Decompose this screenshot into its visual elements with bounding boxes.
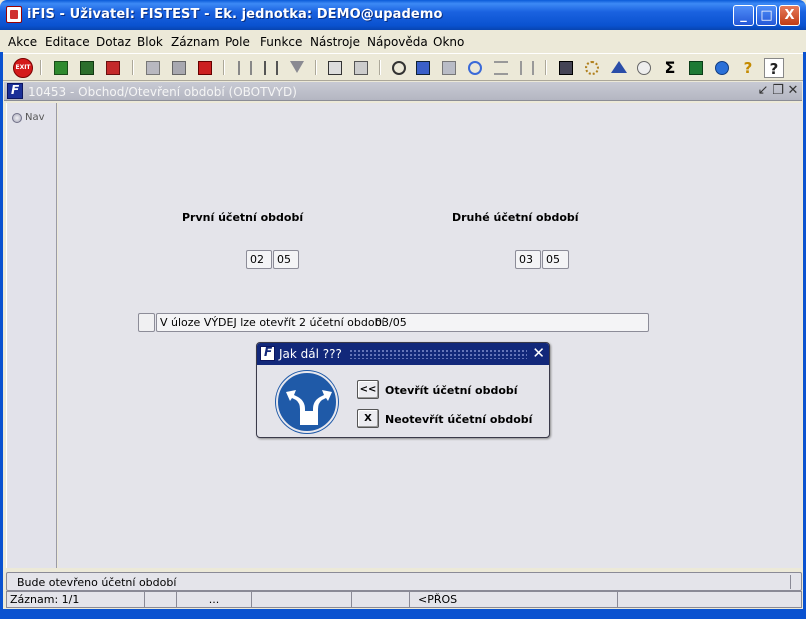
menu-pole[interactable]: Pole	[225, 35, 250, 49]
menu-editace[interactable]: Editace	[45, 35, 90, 49]
second-period-label: Druhé účetní období	[452, 211, 579, 224]
app-icon	[6, 6, 22, 23]
find-icon[interactable]	[465, 58, 485, 78]
status-message-bar: Bude otevřeno účetní období	[6, 572, 802, 591]
menu-blok[interactable]: Blok	[137, 35, 163, 49]
doc-restore-icon[interactable]: ❐	[771, 83, 785, 99]
dialog-title: Jak dál ???	[279, 347, 342, 361]
cut-icon[interactable]	[389, 58, 409, 78]
sum-icon[interactable]: Σ	[660, 58, 680, 78]
print-icon[interactable]	[325, 58, 345, 78]
second-period-year-field[interactable]: 05	[542, 250, 569, 269]
mode-indicator: <PŘOS	[410, 592, 618, 607]
save-icon[interactable]	[77, 58, 97, 78]
copy-icon[interactable]	[413, 58, 433, 78]
exit-icon[interactable]: EXIT	[13, 58, 33, 78]
execute-query-icon[interactable]	[169, 58, 189, 78]
status-cell-3: ...	[177, 592, 252, 607]
doc-minimize-icon[interactable]: ↙	[756, 83, 770, 99]
print-preview-icon[interactable]	[351, 58, 371, 78]
message-checkbox[interactable]	[138, 313, 155, 332]
form-canvas	[58, 103, 802, 568]
sort-asc-icon[interactable]	[235, 58, 255, 78]
chart-icon[interactable]	[608, 58, 628, 78]
first-period-month-field[interactable]: 02	[246, 250, 272, 269]
nav-radio[interactable]	[12, 113, 22, 123]
dont-open-period-button[interactable]: X	[357, 409, 379, 428]
filter-icon[interactable]	[287, 58, 307, 78]
menu-okno[interactable]: Okno	[433, 35, 464, 49]
calculator-icon[interactable]	[556, 58, 576, 78]
excel-icon[interactable]	[686, 58, 706, 78]
second-period-month-field[interactable]: 03	[515, 250, 541, 269]
delete-record-icon[interactable]	[103, 58, 123, 78]
context-help-icon[interactable]: ?	[764, 58, 784, 78]
toolbar: EXIT Σ ? ?	[3, 53, 803, 81]
status-info-bar: Záznam: 1/1 ... <PŘOS	[6, 591, 802, 608]
sort-desc-icon[interactable]	[261, 58, 281, 78]
first-period-year-field[interactable]: 05	[273, 250, 299, 269]
fp-logo-icon	[260, 345, 275, 361]
menu-nastroje[interactable]: Nástroje	[310, 35, 360, 49]
columns-icon[interactable]	[517, 58, 537, 78]
open-period-button[interactable]: <<	[357, 380, 379, 399]
direction-sign-icon	[276, 371, 338, 433]
menu-bar: Akce Editace Dotaz Blok Záznam Pole Funk…	[0, 30, 806, 52]
nav-panel: Nav	[6, 103, 57, 568]
ie-icon[interactable]	[712, 58, 732, 78]
menu-dotaz[interactable]: Dotaz	[96, 35, 131, 49]
dialog-title-bar: Jak dál ??? ✕	[257, 343, 549, 365]
paste-icon[interactable]	[439, 58, 459, 78]
window-title-bar: iFIS - Uživatel: FISTEST - Ek. jednotka:…	[0, 0, 806, 30]
wheel-icon[interactable]	[582, 58, 602, 78]
nav-label: Nav	[25, 112, 45, 123]
list-icon[interactable]	[491, 58, 511, 78]
document-title-bar: 10453 - Obchod/Otevření období (OBOTVYD)…	[4, 82, 802, 101]
first-period-label: První účetní období	[182, 211, 304, 224]
message-text: V úloze VÝDEJ lze otevřít 2 účetní obdob…	[160, 316, 385, 329]
status-message: Bude otevřeno účetní období	[17, 576, 177, 589]
help-icon[interactable]: ?	[738, 58, 758, 78]
minimize-button[interactable]: _	[733, 5, 754, 26]
dont-open-period-label: Neotevřít účetní období	[385, 413, 533, 426]
message-period: 03/05	[375, 316, 407, 329]
record-count: Záznam: 1/1	[7, 592, 145, 607]
clock-icon[interactable]	[634, 58, 654, 78]
menu-napoveda[interactable]: Nápověda	[367, 35, 428, 49]
query-icon[interactable]	[143, 58, 163, 78]
window-border-left	[0, 30, 3, 610]
jak-dal-dialog: Jak dál ??? ✕ << Otevřít účetní období X…	[256, 342, 550, 438]
menu-zaznam[interactable]: Záznam	[171, 35, 220, 49]
doc-close-icon[interactable]: ✕	[786, 83, 800, 99]
close-button[interactable]: X	[779, 5, 800, 26]
window-title: iFIS - Uživatel: FISTEST - Ek. jednotka:…	[27, 7, 443, 22]
message-field: V úloze VÝDEJ lze otevřít 2 účetní obdob…	[156, 313, 649, 332]
cancel-query-icon[interactable]	[195, 58, 215, 78]
maximize-button[interactable]: □	[756, 5, 777, 26]
fp-logo-icon	[7, 83, 23, 99]
insert-record-icon[interactable]	[51, 58, 71, 78]
dialog-close-icon[interactable]: ✕	[532, 344, 545, 362]
window-border-bottom	[0, 609, 806, 619]
document-title: 10453 - Obchod/Otevření období (OBOTVYD)	[28, 85, 297, 99]
menu-akce[interactable]: Akce	[8, 35, 37, 49]
open-period-label: Otevřít účetní období	[385, 384, 518, 397]
menu-funkce[interactable]: Funkce	[260, 35, 302, 49]
